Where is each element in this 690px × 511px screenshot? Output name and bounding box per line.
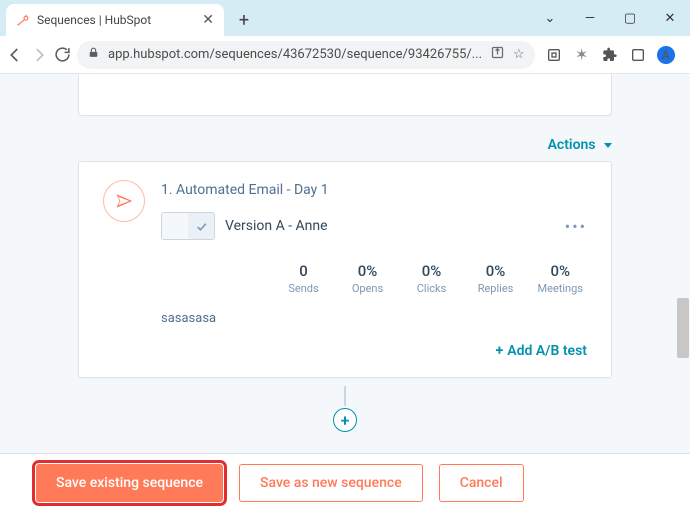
stat-value: 0% — [474, 262, 518, 280]
extension-icons: ✶ A ⋮ — [541, 46, 690, 64]
browser-menu-icon[interactable]: ⋮ — [685, 46, 690, 64]
actions-dropdown[interactable]: Actions — [548, 137, 612, 153]
stat-label: Opens — [346, 282, 390, 295]
profile-avatar[interactable]: A — [657, 46, 675, 64]
version-toggle[interactable] — [161, 212, 215, 240]
lock-icon — [87, 46, 100, 63]
stat-value: 0% — [346, 262, 390, 280]
chevron-down-icon[interactable]: ⌄ — [530, 11, 570, 26]
add-ab-test-button[interactable]: +Add A/B test — [496, 343, 587, 359]
scrollbar-thumb[interactable] — [677, 298, 689, 358]
save-new-button[interactable]: Save as new sequence — [239, 464, 423, 502]
tab-title: Sequences | HubSpot — [37, 13, 151, 27]
step-title: 1. Automated Email - Day 1 — [161, 182, 587, 198]
nav-reload-icon[interactable] — [54, 42, 71, 68]
window-maximize-icon[interactable]: ▢ — [610, 11, 650, 26]
extension-icon[interactable]: ✶ — [573, 46, 591, 64]
toggle-option-blank[interactable] — [162, 213, 188, 239]
stat-opens: 0% Opens — [346, 262, 390, 295]
window-close-icon[interactable]: ✕ — [650, 11, 690, 26]
toggle-option-check[interactable] — [188, 213, 214, 239]
stat-meetings: 0% Meetings — [538, 262, 583, 295]
step-card: 1. Automated Email - Day 1 Version A - A… — [78, 161, 612, 378]
stat-label: Meetings — [538, 282, 583, 295]
add-step-button[interactable]: + — [333, 408, 357, 432]
url-text: app.hubspot.com/sequences/43672530/seque… — [108, 47, 482, 62]
save-existing-button[interactable]: Save existing sequence — [36, 464, 223, 502]
extension-icon[interactable] — [545, 46, 563, 64]
stat-replies: 0% Replies — [474, 262, 518, 295]
stat-sends: 0 Sends — [282, 262, 326, 295]
stat-label: Clicks — [410, 282, 454, 295]
window-controls: ⌄ ― ▢ ✕ — [530, 0, 690, 36]
email-preview-text: sasasasa — [161, 311, 587, 326]
stats-row: 0 Sends 0% Opens 0% Clicks 0% Replies — [161, 262, 587, 295]
nav-forward-icon — [30, 42, 48, 68]
paper-plane-icon — [103, 180, 145, 222]
button-label: Save as new sequence — [260, 475, 402, 491]
version-label: Version A - Anne — [225, 218, 328, 234]
window-minimize-icon[interactable]: ― — [570, 11, 610, 26]
actions-label: Actions — [548, 137, 596, 153]
scrollbar-track[interactable] — [676, 148, 690, 438]
browser-tab[interactable]: Sequences | HubSpot ✕ — [6, 4, 224, 36]
stat-label: Replies — [474, 282, 518, 295]
share-icon[interactable] — [490, 45, 505, 64]
extension-icon[interactable] — [629, 46, 647, 64]
step-connector — [344, 386, 346, 406]
star-icon[interactable]: ☆ — [513, 47, 525, 62]
extensions-puzzle-icon[interactable] — [601, 46, 619, 64]
button-label: Save existing sequence — [56, 475, 203, 491]
stat-value: 0% — [410, 262, 454, 280]
step-more-icon[interactable]: ••• — [565, 217, 587, 236]
new-tab-button[interactable]: + — [230, 6, 258, 34]
cancel-button[interactable]: Cancel — [439, 464, 524, 502]
stat-value: 0% — [538, 262, 583, 280]
stat-value: 0 — [282, 262, 326, 280]
stat-label: Sends — [282, 282, 326, 295]
plus-icon: + — [496, 343, 504, 359]
stat-clicks: 0% Clicks — [410, 262, 454, 295]
button-label: Cancel — [460, 475, 503, 491]
address-bar[interactable]: app.hubspot.com/sequences/43672530/seque… — [77, 41, 535, 69]
footer-bar: Save existing sequence Save as new seque… — [0, 453, 690, 511]
nav-back-icon[interactable] — [6, 42, 24, 68]
previous-step-card[interactable] — [78, 74, 612, 116]
tab-close-icon[interactable]: ✕ — [202, 12, 214, 28]
browser-toolbar: app.hubspot.com/sequences/43672530/seque… — [0, 36, 690, 74]
page-content: Actions 1. Automated Email - Day 1 Versi… — [0, 74, 690, 511]
browser-titlebar: Sequences | HubSpot ✕ + ⌄ ― ▢ ✕ — [0, 0, 690, 36]
hubspot-favicon-icon — [16, 13, 30, 27]
add-ab-label: Add A/B test — [507, 343, 587, 359]
